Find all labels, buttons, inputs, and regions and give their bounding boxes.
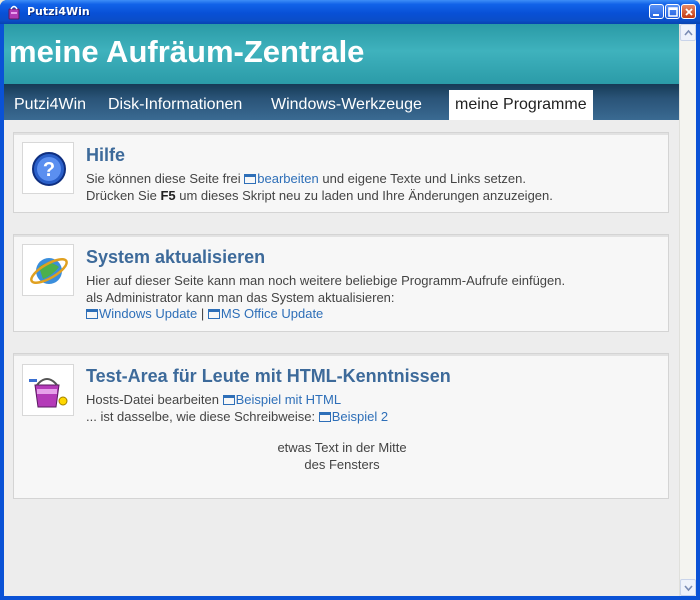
- update-line-2: als Administrator kann man das System ak…: [86, 290, 395, 305]
- tab-putzi4win[interactable]: Putzi4Win: [14, 90, 86, 120]
- edit-link[interactable]: bearbeiten: [244, 171, 319, 186]
- svg-text:?: ?: [43, 159, 55, 181]
- test-text-2: ... ist dasselbe, wie diese Schreibweise…: [86, 409, 316, 424]
- update-panel: System aktualisieren Hier auf dieser Sei…: [13, 234, 669, 332]
- help-title: Hilfe: [86, 145, 126, 165]
- help-line-1: Sie können diese Seite frei bearbeiten u…: [86, 171, 526, 186]
- html-example-label: Beispiel mit HTML: [235, 392, 342, 407]
- ms-office-update-link[interactable]: MS Office Update: [207, 306, 324, 321]
- paint-bucket-icon: [22, 364, 74, 416]
- close-icon: [685, 8, 693, 16]
- test-title: Test-Area für Leute mit HTML-Kenntnissen: [86, 366, 451, 386]
- help-line-2: Drücken Sie F5 um dieses Skript neu zu l…: [86, 188, 553, 203]
- chevron-down-icon: [684, 585, 693, 592]
- page-header: meine Aufräum-Zentrale: [4, 24, 679, 84]
- window-title: Putzi4Win: [27, 5, 90, 18]
- nav-bar: Putzi4Win Disk-Informationen Windows-Wer…: [4, 84, 679, 120]
- test-panel: Test-Area für Leute mit HTML-Kenntnissen…: [13, 353, 669, 499]
- f5-key: F5: [160, 188, 176, 203]
- main-content: ? Hilfe Sie können diese Seite frei bear…: [4, 120, 679, 596]
- update-title: System aktualisieren: [86, 247, 266, 267]
- ms-office-update-label: MS Office Update: [220, 306, 324, 321]
- window-icon: [244, 174, 257, 184]
- help-text-4: um dieses Skript neu zu laden und Ihre Ä…: [179, 188, 553, 203]
- tab-disk-informationen[interactable]: Disk-Informationen: [108, 90, 242, 120]
- windows-update-link[interactable]: Windows Update: [86, 306, 197, 321]
- test-text-1: Hosts-Datei bearbeiten: [86, 392, 219, 407]
- window-icon: [318, 412, 331, 422]
- client-area: meine Aufräum-Zentrale Putzi4Win Disk-In…: [4, 24, 696, 596]
- chevron-up-icon: [684, 29, 693, 36]
- test-line-2: ... ist dasselbe, wie diese Schreibweise…: [86, 409, 388, 424]
- maximize-icon: [668, 7, 678, 17]
- vertical-scrollbar[interactable]: [679, 24, 696, 596]
- help-text-1: Sie können diese Seite frei: [86, 171, 241, 186]
- window-icon: [86, 309, 98, 319]
- example-2-link[interactable]: Beispiel 2: [318, 409, 389, 424]
- example-2-label: Beispiel 2: [331, 409, 389, 424]
- app-window: Putzi4Win meine Aufräum-Zentrale Putzi4W…: [0, 0, 700, 600]
- window-icon: [222, 395, 235, 405]
- help-text-2: und eigene Texte und Links setzen.: [322, 171, 526, 186]
- help-panel: ? Hilfe Sie können diese Seite frei bear…: [13, 132, 669, 213]
- center-text-2: des Fensters: [304, 457, 380, 472]
- tab-windows-werkzeuge[interactable]: Windows-Werkzeuge: [271, 90, 422, 120]
- title-bar[interactable]: Putzi4Win: [0, 0, 700, 24]
- window-icon: [207, 309, 220, 319]
- html-example-link[interactable]: Beispiel mit HTML: [222, 392, 342, 407]
- center-text-1: etwas Text in der Mitte: [277, 440, 407, 455]
- close-button[interactable]: [681, 4, 696, 19]
- internet-explorer-icon: [22, 244, 74, 296]
- scroll-down-button[interactable]: [680, 579, 696, 596]
- help-text-3: Drücken Sie: [86, 188, 157, 203]
- window-frame-bottom: [0, 596, 700, 600]
- app-icon: [8, 5, 20, 20]
- help-icon: ?: [22, 142, 74, 194]
- tab-meine-programme[interactable]: meine Programme: [449, 90, 593, 120]
- scroll-up-button[interactable]: [680, 24, 696, 41]
- update-line-1: Hier auf dieser Seite kann man noch weit…: [86, 273, 566, 288]
- minimize-button[interactable]: [649, 4, 664, 19]
- page-title: meine Aufräum-Zentrale: [9, 34, 365, 69]
- minimize-icon: [653, 14, 659, 16]
- edit-link-label: bearbeiten: [257, 171, 319, 186]
- test-line-1: Hosts-Datei bearbeiten Beispiel mit HTML: [86, 392, 341, 407]
- maximize-button[interactable]: [665, 4, 680, 19]
- link-separator: |: [200, 306, 205, 321]
- update-links: Windows Update | MS Office Update: [86, 306, 323, 321]
- windows-update-label: Windows Update: [99, 306, 198, 321]
